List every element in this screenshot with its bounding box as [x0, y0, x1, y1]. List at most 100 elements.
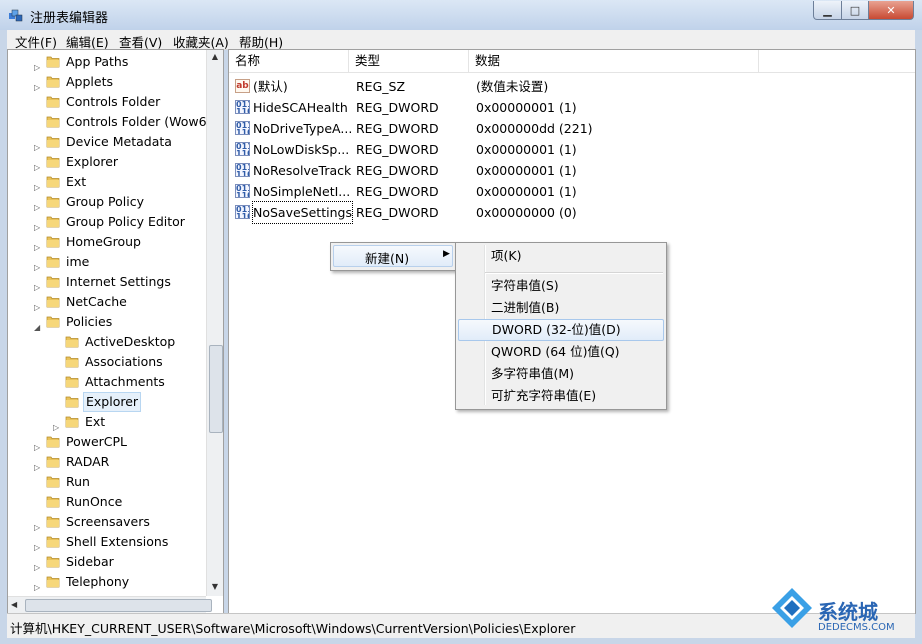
tree-item[interactable]: ▷ Ext	[8, 172, 206, 192]
value-type: REG_DWORD	[356, 163, 439, 178]
tree-item[interactable]: ▷ Applets	[8, 72, 206, 92]
tree-item-label: App Paths	[66, 54, 129, 69]
tree-item[interactable]: RunOnce	[8, 492, 206, 512]
value-data: 0x00000000 (0)	[476, 205, 577, 220]
title-bar[interactable]: 注册表编辑器 ▁ □ ✕	[0, 0, 922, 30]
dword-value-icon: 011 110	[235, 100, 250, 114]
value-data: 0x00000001 (1)	[476, 163, 577, 178]
tree-item-label: Controls Folder	[66, 94, 161, 109]
minimize-button[interactable]: ▁	[813, 1, 842, 20]
table-row[interactable]: ab (默认) REG_SZ (数值未设置)	[229, 76, 915, 97]
value-name: NoSimpleNetI...	[253, 184, 351, 199]
value-name: NoResolveTrack	[253, 163, 352, 178]
tree-item[interactable]: ▷ NetCache	[8, 292, 206, 312]
value-name: NoSaveSettings	[252, 201, 353, 224]
submenu-item-label: DWORD (32-位)值(D)	[492, 322, 621, 337]
close-button[interactable]: ✕	[868, 1, 914, 20]
tree-item[interactable]: ▷ Telephony	[8, 572, 206, 592]
folder-icon	[46, 576, 60, 588]
scroll-up-icon[interactable]: ▲	[207, 52, 223, 61]
tree-item[interactable]: ActiveDesktop	[8, 332, 206, 352]
folder-icon	[46, 476, 60, 488]
tree-item[interactable]: Run	[8, 472, 206, 492]
tree-item[interactable]: ▷ Internet Settings	[8, 272, 206, 292]
table-row[interactable]: 011 110NoSaveSettingsREG_DWORD 0x00000000…	[229, 201, 915, 224]
value-data: 0x00000001 (1)	[476, 100, 577, 115]
column-header-type[interactable]: 类型	[349, 50, 469, 72]
tree-item[interactable]: ▷ Ext	[8, 412, 206, 432]
watermark-text: 系统城	[818, 600, 878, 624]
table-row[interactable]: 011 110NoResolveTrack REG_DWORD 0x00000001…	[229, 160, 915, 181]
value-type: REG_DWORD	[356, 205, 439, 220]
scroll-down-icon[interactable]: ▼	[207, 582, 223, 591]
value-name: HideSCAHealth	[253, 100, 348, 115]
key-tree[interactable]: ▷ App Paths ▷ Applets Controls Folder Control…	[7, 49, 224, 614]
tree-horizontal-scrollbar[interactable]: ◀	[8, 596, 212, 613]
tree-item-label: PowerCPL	[66, 434, 128, 449]
folder-icon	[46, 536, 60, 548]
dword-value-icon: 011 110	[235, 163, 250, 177]
tree-item[interactable]: ▷ Group Policy	[8, 192, 206, 212]
folder-icon	[46, 276, 60, 288]
submenu-item-qword-value[interactable]: QWORD (64 位)值(Q)	[458, 341, 664, 363]
tree-item[interactable]: ◢ Policies	[8, 312, 206, 332]
submenu-item-multi-string-value[interactable]: 多字符串值(M)	[458, 363, 664, 385]
submenu-item-expandable-string-value[interactable]: 可扩充字符串值(E)	[458, 385, 664, 407]
table-row[interactable]: 011 110NoSimpleNetI... REG_DWORD 0x0000000…	[229, 181, 915, 202]
folder-icon	[46, 256, 60, 268]
tree-scroll-thumb[interactable]	[209, 345, 223, 433]
tree-item[interactable]: ▷ Group Policy Editor	[8, 212, 206, 232]
tree-item[interactable]: ▷ Shell Extensions	[8, 532, 206, 552]
folder-icon	[46, 216, 60, 228]
context-menu-new[interactable]: 新建(N) ▶	[333, 245, 453, 267]
tree-item-label: Device Metadata	[66, 134, 172, 149]
folder-icon	[65, 416, 79, 428]
submenu-item-string-value[interactable]: 字符串值(S)	[458, 275, 664, 297]
value-data: 0x00000001 (1)	[476, 184, 577, 199]
submenu-item-label: 多字符串值(M)	[491, 366, 575, 381]
expand-arrow-icon[interactable]: ▷	[34, 578, 40, 598]
column-header-data[interactable]: 数据	[469, 50, 759, 72]
submenu-item-dword-value[interactable]: DWORD (32-位)值(D)	[458, 319, 664, 341]
tree-item[interactable]: ▷ Explorer	[8, 152, 206, 172]
tree-item-label: Explorer	[83, 392, 142, 412]
tree-item-label: Ext	[66, 174, 87, 189]
table-row[interactable]: 011 110NoDriveTypeA...REG_DWORD 0x000000d…	[229, 118, 915, 139]
folder-icon	[46, 556, 60, 568]
tree-item[interactable]: ▷ PowerCPL	[8, 432, 206, 452]
tree-item[interactable]: ▷ RADAR	[8, 452, 206, 472]
folder-icon	[46, 176, 60, 188]
tree-item-label: Policies	[66, 314, 113, 329]
tree-item[interactable]: Explorer	[8, 392, 206, 412]
folder-icon	[46, 76, 60, 88]
scroll-left-icon[interactable]: ◀	[11, 600, 17, 609]
tree-item-label: Internet Settings	[66, 274, 171, 289]
tree-item[interactable]: ▷ Device Metadata	[8, 132, 206, 152]
table-row[interactable]: 011 110NoLowDiskSp... REG_DWORD 0x00000001…	[229, 139, 915, 160]
folder-icon	[46, 96, 60, 108]
tree-item-label: Associations	[85, 354, 163, 369]
tree-item[interactable]: ▷ Sidebar	[8, 552, 206, 572]
table-row[interactable]: 011 110HideSCAHealth REG_DWORD 0x00000001 …	[229, 97, 915, 118]
maximize-button[interactable]: □	[841, 1, 869, 20]
tree-item[interactable]: Associations	[8, 352, 206, 372]
submenu-item-key[interactable]: 项(K)	[458, 245, 664, 267]
folder-icon	[46, 56, 60, 68]
tree-item[interactable]: ▷ Screensavers	[8, 512, 206, 532]
watermark-url: DEDECMS.COM	[818, 622, 895, 633]
tree-vertical-scrollbar[interactable]: ▲ ▼	[206, 50, 223, 596]
tree-item[interactable]: Controls Folder	[8, 92, 206, 112]
maximize-icon: □	[849, 3, 861, 17]
tree-item[interactable]: ▷ App Paths	[8, 52, 206, 72]
value-type: REG_DWORD	[356, 100, 439, 115]
tree-item[interactable]: ▷ ime	[8, 252, 206, 272]
tree-item[interactable]: Controls Folder (Wow64	[8, 112, 215, 132]
tree-item[interactable]: Attachments	[8, 372, 206, 392]
tree-item[interactable]: ▷ HomeGroup	[8, 232, 206, 252]
column-header-name[interactable]: 名称	[229, 50, 349, 72]
submenu-item-binary-value[interactable]: 二进制值(B)	[458, 297, 664, 319]
submenu-item-label: 项(K)	[491, 248, 522, 263]
folder-icon	[65, 376, 79, 388]
tree-hscroll-thumb[interactable]	[25, 599, 212, 612]
tree-item-label: Telephony	[66, 574, 130, 589]
